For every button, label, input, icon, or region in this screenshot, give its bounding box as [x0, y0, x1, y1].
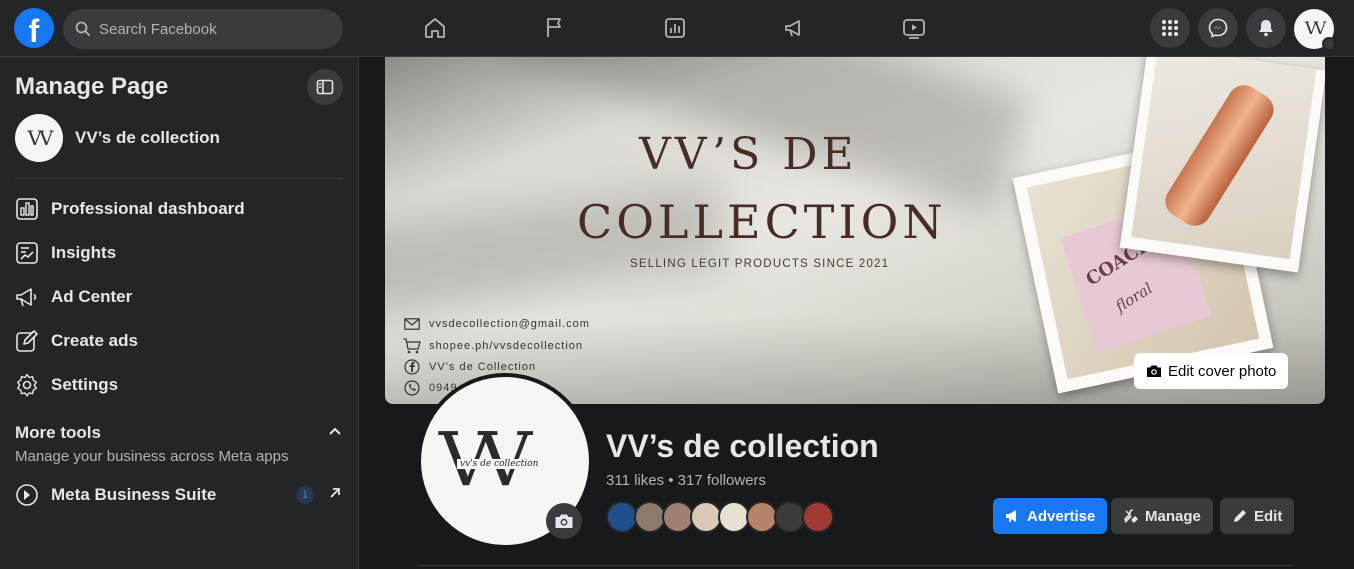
sidebar-item-label: Meta Business Suite — [51, 485, 217, 504]
section-divider — [417, 565, 1293, 566]
megaphone-icon — [16, 288, 37, 307]
edit-cover-photo-button[interactable]: Edit cover photo — [1134, 353, 1289, 389]
contact-text: VV’s de Collection — [429, 361, 537, 373]
video-icon[interactable] — [900, 14, 928, 42]
megaphone-icon[interactable] — [781, 14, 809, 42]
sidebar-page-switcher[interactable]: VV VV’s de collection — [15, 114, 220, 162]
menu-grid-icon[interactable] — [1150, 8, 1190, 48]
page-title: VV’s de collection — [606, 428, 879, 464]
pencil-icon — [1234, 510, 1246, 522]
sidebar-item-meta-business-suite[interactable]: Meta Business Suite — [15, 480, 216, 510]
sidebar-item-label: Ad Center — [51, 287, 133, 306]
product-photo-bottle — [1119, 57, 1325, 273]
sidebar-item-label: Create ads — [51, 331, 138, 350]
sidebar-item-label: Professional dashboard — [51, 199, 245, 218]
insights-icon[interactable] — [661, 14, 689, 42]
gear-icon — [17, 373, 37, 397]
manage-button[interactable]: Manage — [1111, 498, 1213, 534]
follower-avatars[interactable] — [606, 501, 834, 533]
insights-icon — [16, 242, 38, 264]
cover-photo[interactable]: VV’S DE COLLECTION SELLING LEGIT PRODUCT… — [385, 57, 1325, 404]
page-avatar: VV — [15, 114, 63, 162]
cover-contact-email: vvsdecollection@gmail.com — [403, 315, 590, 333]
search-input[interactable] — [99, 20, 319, 38]
home-icon[interactable] — [421, 14, 449, 42]
product-box-name: floral — [1112, 279, 1156, 316]
sidebar-item-insights[interactable]: Insights — [15, 238, 116, 268]
advertise-label: Advertise — [1027, 507, 1096, 525]
cover-tagline: SELLING LEGIT PRODUCTS SINCE 2021 — [630, 258, 890, 270]
sidebar-item-settings[interactable]: Settings — [15, 370, 118, 400]
account-avatar[interactable]: VV — [1294, 9, 1336, 51]
page-likes-followers[interactable]: 311 likes • 317 followers — [606, 472, 766, 489]
flag-icon[interactable] — [541, 14, 569, 42]
manage-label: Manage — [1145, 507, 1201, 525]
top-navigation-bar: f VV — [0, 0, 1354, 57]
cart-icon — [403, 337, 421, 355]
edit-cover-photo-label: Edit cover photo — [1168, 362, 1277, 380]
mail-icon — [403, 315, 421, 333]
update-profile-picture-button[interactable] — [546, 503, 582, 539]
messenger-icon[interactable] — [1198, 8, 1238, 48]
facebook-logo-icon[interactable]: f — [14, 8, 54, 48]
dashboard-icon — [16, 198, 38, 220]
megaphone-icon — [1006, 510, 1016, 522]
sidebar-item-label: Settings — [51, 375, 119, 394]
edit-button[interactable]: Edit — [1220, 498, 1295, 534]
search-box[interactable] — [63, 9, 343, 49]
sidebar-item-professional-dashboard[interactable]: Professional dashboard — [15, 194, 245, 224]
contact-text: shopee.ph/vvsdecollection — [429, 340, 584, 352]
collapse-sidebar-button[interactable] — [307, 69, 343, 105]
chevron-down-icon[interactable] — [1322, 37, 1336, 51]
chevron-up-icon[interactable] — [328, 424, 342, 438]
more-tools-heading[interactable]: More tools — [15, 423, 101, 443]
manage-page-sidebar: Manage Page VV VV’s de collection Profes… — [0, 57, 359, 569]
cover-brand-line-2: COLLECTION — [577, 195, 947, 249]
cover-brand-line-1: VV’S DE — [639, 129, 858, 180]
contact-text: vvsdecollection@gmail.com — [429, 318, 590, 330]
bell-icon[interactable] — [1246, 8, 1286, 48]
more-tools-subtitle: Manage your business across Meta apps — [15, 448, 289, 465]
sidebar-page-name: VV’s de collection — [75, 128, 220, 147]
profile-logo-script: vv's de collection — [457, 459, 542, 469]
follower-avatar[interactable] — [802, 501, 834, 533]
sidebar-divider — [15, 178, 343, 179]
camera-icon — [555, 514, 573, 528]
external-link-icon[interactable] — [328, 486, 342, 500]
search-icon — [75, 21, 91, 37]
meta-business-suite-icon — [16, 484, 38, 506]
edit-label: Edit — [1254, 507, 1283, 525]
notification-badge: 1 — [296, 486, 314, 504]
sidebar-item-ad-center[interactable]: Ad Center — [15, 282, 132, 312]
phone-icon — [403, 379, 421, 397]
sidebar-toggle-icon — [316, 79, 334, 95]
facebook-icon — [403, 358, 421, 376]
sidebar-item-create-ads[interactable]: Create ads — [15, 326, 138, 356]
advertise-button[interactable]: Advertise — [993, 498, 1108, 534]
account-avatar-mark: VV — [1304, 19, 1326, 39]
camera-icon — [1147, 365, 1161, 377]
tools-icon — [1123, 509, 1138, 523]
cover-contact-shop: shopee.ph/vvsdecollection — [403, 337, 583, 355]
sidebar-title: Manage Page — [15, 73, 169, 100]
sidebar-item-label: Insights — [51, 243, 117, 262]
pencil-icon — [16, 330, 38, 352]
